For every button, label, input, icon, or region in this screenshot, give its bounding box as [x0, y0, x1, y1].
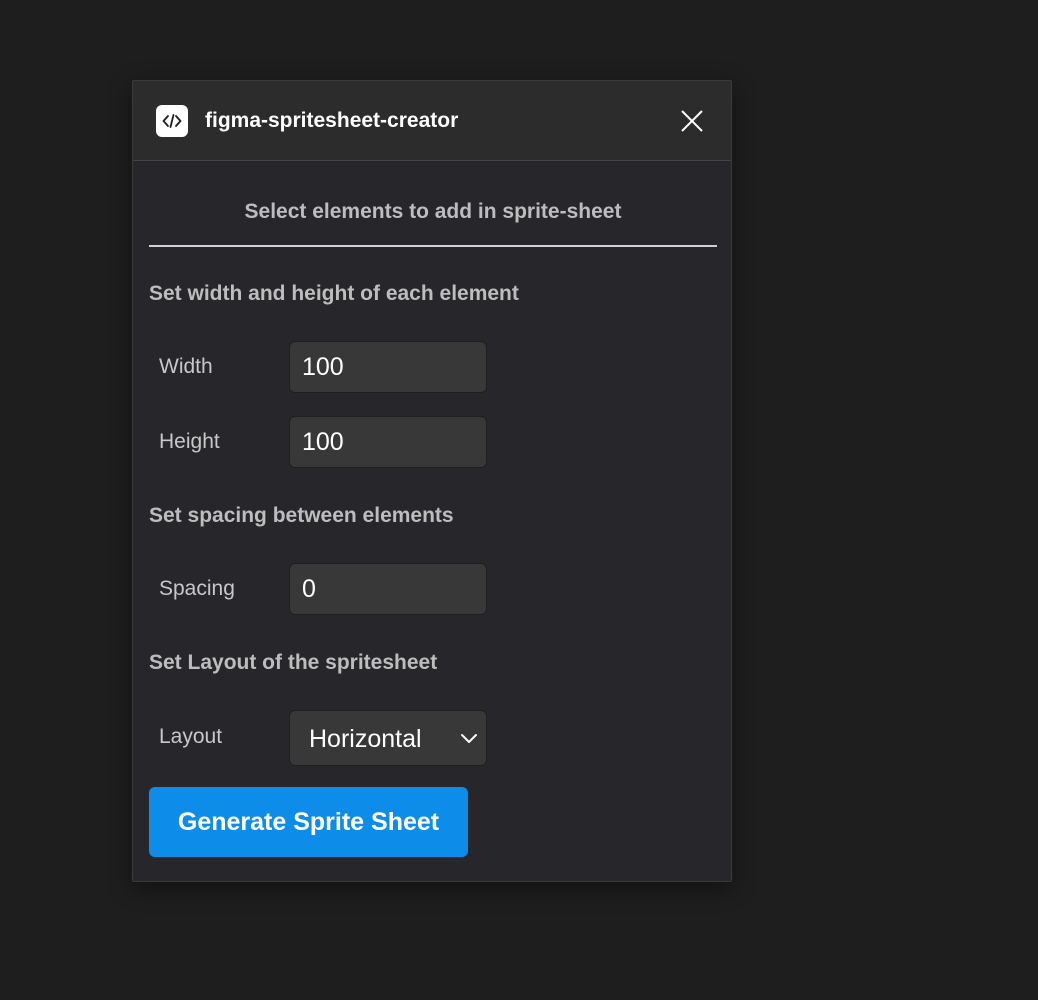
close-button[interactable]	[674, 103, 710, 139]
window-title: figma-spritesheet-creator	[205, 109, 459, 132]
layout-select[interactable]: Horizontal	[289, 710, 487, 766]
title-bar: figma-spritesheet-creator	[133, 81, 731, 161]
width-label: Width	[159, 355, 213, 378]
layout-heading: Set Layout of the spritesheet	[149, 651, 438, 674]
width-input[interactable]	[289, 341, 487, 393]
spacing-label: Spacing	[159, 577, 235, 600]
height-label: Height	[159, 430, 220, 453]
chevron-down-icon	[461, 734, 477, 743]
plugin-window: figma-spritesheet-creator Select element…	[132, 80, 732, 882]
spacing-input[interactable]	[289, 563, 487, 615]
spacing-heading: Set spacing between elements	[149, 504, 454, 527]
dimensions-heading: Set width and height of each element	[149, 282, 519, 305]
layout-selected-value: Horizontal	[309, 725, 422, 753]
divider	[149, 245, 717, 247]
close-icon[interactable]	[680, 109, 704, 133]
generate-sprite-sheet-button[interactable]: Generate Sprite Sheet	[149, 787, 468, 857]
layout-label: Layout	[159, 725, 223, 748]
code-icon	[156, 105, 188, 137]
height-input[interactable]	[289, 416, 487, 468]
instructions-text: Select elements to add in sprite-sheet	[244, 200, 622, 223]
